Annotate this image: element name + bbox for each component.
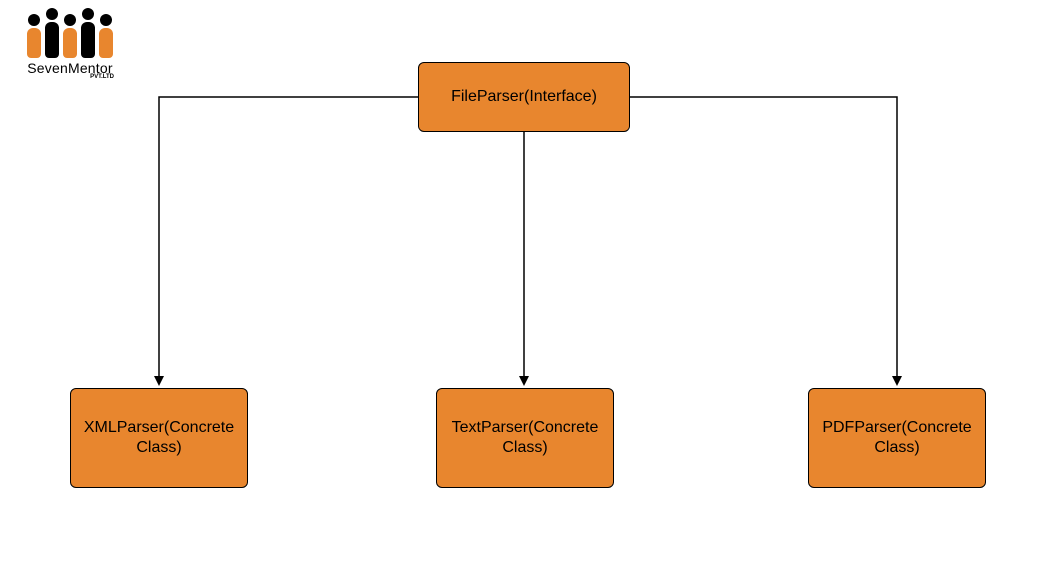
concrete-label: XMLParser(Concrete Class) bbox=[84, 418, 234, 458]
logo-figures-icon bbox=[20, 4, 120, 58]
concrete-label: PDFParser(Concrete Class) bbox=[822, 418, 971, 458]
interface-label: FileParser(Interface) bbox=[451, 87, 597, 107]
interface-node: FileParser(Interface) bbox=[418, 62, 630, 132]
concrete-node-xml: XMLParser(Concrete Class) bbox=[70, 388, 248, 488]
concrete-node-pdf: PDFParser(Concrete Class) bbox=[808, 388, 986, 488]
concrete-node-text: TextParser(Concrete Class) bbox=[436, 388, 614, 488]
brand-logo: SevenMentor PVT.LTD bbox=[20, 4, 120, 80]
concrete-label: TextParser(Concrete Class) bbox=[452, 418, 599, 458]
